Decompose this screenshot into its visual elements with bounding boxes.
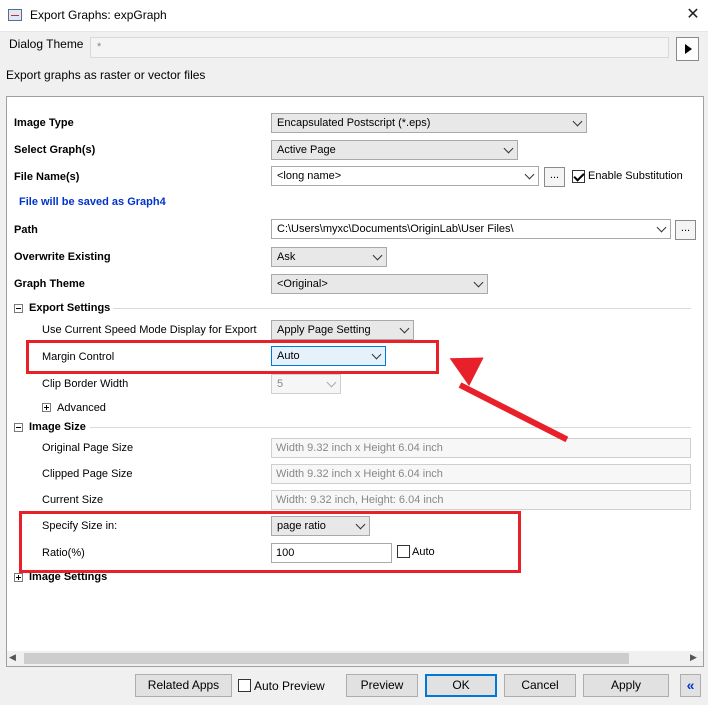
app-icon <box>8 9 22 21</box>
collapse-export-settings-icon[interactable] <box>14 304 23 313</box>
scroll-left-icon[interactable]: ◀ <box>9 652 16 663</box>
preview-button[interactable]: Preview <box>346 674 418 697</box>
chevron-down-icon <box>503 143 514 154</box>
select-graphs-label: Select Graph(s) <box>14 144 96 156</box>
file-name-label: File Name(s) <box>14 171 80 183</box>
dialog-theme-label: Dialog Theme <box>9 37 84 51</box>
clip-border-label: Clip Border Width <box>42 378 129 390</box>
close-icon[interactable]: ✕ <box>680 3 706 27</box>
window-title: Export Graphs: expGraph <box>30 8 167 22</box>
export-settings-header: Export Settings <box>29 302 111 314</box>
file-name-combo[interactable]: <long name> <box>271 166 539 186</box>
file-name-browse-button[interactable]: ... <box>544 167 565 187</box>
clipped-size-field: Width 9.32 inch x Height 6.04 inch <box>271 464 691 484</box>
dialog-description: Export graphs as raster or vector files <box>6 68 206 82</box>
enable-substitution-label: Enable Substitution <box>588 170 683 182</box>
chevron-down-icon <box>572 116 583 127</box>
advanced-label: Advanced <box>57 402 106 414</box>
related-apps-button[interactable]: Related Apps <box>135 674 232 697</box>
select-graphs-select[interactable]: Active Page <box>271 140 518 160</box>
annotation-box-margin <box>26 340 439 374</box>
clip-border-select[interactable]: 5 <box>271 374 341 394</box>
chevron-down-icon <box>372 250 383 261</box>
image-size-header: Image Size <box>29 421 86 433</box>
graph-theme-select[interactable]: <Original> <box>271 274 488 294</box>
expand-image-settings-icon[interactable] <box>14 573 23 582</box>
collapse-image-size-icon[interactable] <box>14 423 23 432</box>
original-size-label: Original Page Size <box>42 442 134 454</box>
section-divider <box>113 308 691 309</box>
path-combo[interactable]: C:\Users\myxc\Documents\OriginLab\User F… <box>271 219 671 239</box>
expand-advanced-icon[interactable] <box>42 403 51 412</box>
save-note: File will be saved as Graph4 <box>19 196 166 208</box>
chevron-down-icon <box>656 222 667 233</box>
image-type-label: Image Type <box>14 117 74 129</box>
current-size-field: Width: 9.32 inch, Height: 6.04 inch <box>271 490 691 510</box>
chevron-down-icon <box>399 323 410 334</box>
chevron-down-icon <box>326 377 337 388</box>
image-type-select[interactable]: Encapsulated Postscript (*.eps) <box>271 113 587 133</box>
path-label: Path <box>14 224 38 236</box>
overwrite-select[interactable]: Ask <box>271 247 387 267</box>
overwrite-label: Overwrite Existing <box>14 251 111 263</box>
clipped-size-label: Clipped Page Size <box>42 468 133 480</box>
collapse-dialog-button[interactable]: « <box>680 674 701 697</box>
path-browse-button[interactable]: ... <box>675 220 696 240</box>
graph-theme-label: Graph Theme <box>14 278 85 290</box>
scrollbar-thumb[interactable] <box>24 653 629 664</box>
chevron-down-icon <box>473 277 484 288</box>
auto-preview-checkbox[interactable] <box>238 679 251 692</box>
section-divider <box>90 427 691 428</box>
current-size-label: Current Size <box>42 494 104 506</box>
enable-substitution-checkbox[interactable] <box>572 170 585 183</box>
annotation-box-size <box>19 511 521 573</box>
cancel-button[interactable]: Cancel <box>504 674 576 697</box>
theme-menu-arrow-icon[interactable] <box>676 37 699 61</box>
speed-mode-label: Use Current Speed Mode Display for Expor… <box>42 324 257 336</box>
auto-preview-label: Auto Preview <box>254 679 325 693</box>
ok-button[interactable]: OK <box>425 674 497 697</box>
scroll-right-icon[interactable]: ▶ <box>690 652 697 663</box>
apply-button[interactable]: Apply <box>583 674 669 697</box>
original-size-field: Width 9.32 inch x Height 6.04 inch <box>271 438 691 458</box>
dialog-theme-combo[interactable]: * <box>90 37 669 58</box>
speed-mode-select[interactable]: Apply Page Setting <box>271 320 414 340</box>
chevron-down-icon <box>524 169 535 180</box>
